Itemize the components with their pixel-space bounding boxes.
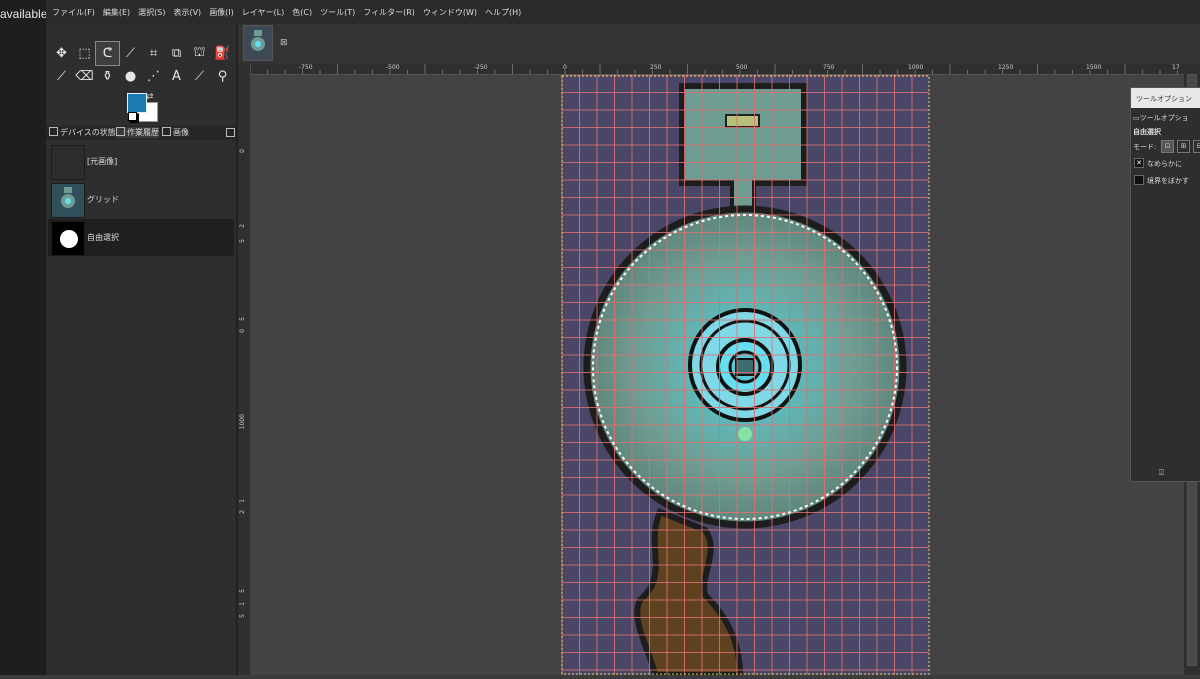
- ruler-corner: [238, 64, 250, 74]
- ruler-label: 1000: [239, 414, 246, 430]
- history-item-original[interactable]: [元画像]: [48, 143, 234, 180]
- restore-icon[interactable]: ⍗: [1159, 468, 1164, 478]
- tool-options-tab-icon: ▭: [1133, 114, 1140, 122]
- free-select-icon[interactable]: ᕦ: [95, 41, 120, 66]
- menu-view[interactable]: 表示(V): [173, 7, 201, 18]
- transform-icon[interactable]: ⧉: [165, 42, 188, 65]
- mode-add-button[interactable]: ⊞: [1177, 140, 1190, 153]
- path-icon[interactable]: ⋰: [142, 65, 165, 88]
- images-icon: [162, 127, 171, 136]
- tool-options-tab-label: ツールオプショ: [1139, 114, 1189, 122]
- tab-device-status[interactable]: デバイスの状態: [49, 127, 116, 138]
- history-item-label: [元画像]: [87, 157, 118, 166]
- menu-help[interactable]: ヘルプ(H): [485, 7, 521, 18]
- warp-icon[interactable]: ⛫: [188, 42, 211, 65]
- ruler-label: 1: [239, 602, 246, 606]
- tool-name: 自由選択: [1133, 128, 1161, 136]
- horizontal-ruler[interactable]: -750 -500 -250 0 250 500 750 1000 1250 1…: [250, 64, 1184, 75]
- tab-images[interactable]: 画像: [162, 127, 189, 138]
- history-thumb: [51, 221, 85, 256]
- top-room: [679, 83, 807, 186]
- horizontal-ruler-ticks: [250, 64, 1178, 74]
- history-thumb: [51, 145, 85, 180]
- tool-options-title: ツールオプション: [1136, 95, 1192, 103]
- undo-history-icon: [116, 127, 125, 136]
- image-tabs-bar: [238, 24, 1200, 64]
- move-tool-icon[interactable]: ✥: [50, 42, 73, 65]
- menu-edit[interactable]: 編集(E): [103, 7, 130, 18]
- smudge-icon[interactable]: ●: [119, 65, 142, 88]
- reset-colors-icon[interactable]: [128, 112, 137, 121]
- ruler-label: 0: [239, 329, 246, 333]
- tab-undo-history[interactable]: 作業履歴: [116, 127, 159, 138]
- clone-icon[interactable]: ⚱: [96, 65, 119, 88]
- mode-replace-button[interactable]: ⊡: [1161, 140, 1174, 153]
- history-thumb-art: [60, 230, 78, 248]
- ruler-label: 5: [239, 239, 246, 243]
- color-picker-icon[interactable]: ⟋: [188, 65, 211, 88]
- dock-menu-icon[interactable]: [226, 128, 235, 137]
- crop-icon[interactable]: ⌗: [142, 42, 165, 65]
- history-item-label: グリッド: [87, 195, 119, 204]
- menu-select[interactable]: 選択(S): [138, 7, 165, 18]
- mode-label: モード:: [1133, 143, 1157, 151]
- menu-layer[interactable]: レイヤー(L): [242, 7, 284, 18]
- ruler-label: 5: [239, 317, 246, 321]
- menu-windows[interactable]: ウィンドウ(W): [423, 7, 477, 18]
- tab-device-status-label: デバイスの状態: [60, 128, 116, 137]
- menu-colors[interactable]: 色(C): [292, 7, 312, 18]
- menu-image[interactable]: 画像(I): [209, 7, 234, 18]
- text-tool-icon[interactable]: A: [165, 65, 188, 88]
- swap-colors-icon[interactable]: ⇄: [146, 92, 154, 102]
- foreground-color-swatch[interactable]: [127, 93, 147, 113]
- image-canvas[interactable]: [250, 74, 1184, 678]
- tool-grid: ✥ ⬚ ᕦ ⟋ ⌗ ⧉ ⛫ ⛽ ⟋ ⌫ ⚱ ● ⋰ A ⟋ ⚲: [50, 41, 234, 88]
- menu-bar: ファイル(F) 編集(E) 選択(S) 表示(V) 画像(I) レイヤー(L) …: [46, 0, 1200, 24]
- paintbrush-icon[interactable]: ⟋: [50, 65, 73, 88]
- fuzzy-select-icon[interactable]: ⟋: [119, 42, 142, 65]
- image-tab-thumb: [251, 30, 265, 51]
- close-image-tab-icon[interactable]: ⊠: [280, 38, 288, 48]
- tab-undo-history-label: 作業履歴: [127, 128, 159, 137]
- eraser-icon[interactable]: ⌫: [73, 65, 96, 88]
- history-item-label: 自由選択: [87, 233, 119, 242]
- ruler-label: 2: [239, 224, 246, 228]
- ruler-label: 5: [239, 614, 246, 618]
- image-tab[interactable]: [243, 25, 273, 61]
- bucket-fill-icon[interactable]: ⛽: [211, 42, 234, 65]
- tool-options-tab[interactable]: ▭ツールオプショ: [1133, 113, 1189, 123]
- history-item-grid[interactable]: グリッド: [48, 181, 234, 218]
- tab-images-label: 画像: [173, 128, 189, 137]
- device-status-icon: [49, 127, 58, 136]
- menu-file[interactable]: ファイル(F): [52, 7, 95, 18]
- mode-subtract-button[interactable]: ⊟: [1193, 140, 1200, 153]
- zoom-icon[interactable]: ⚲: [211, 65, 234, 88]
- menu-filters[interactable]: フィルター(R): [363, 7, 415, 18]
- ruler-label: 0: [239, 149, 246, 153]
- ruler-label: 2: [239, 510, 246, 514]
- tool-options-panel: ツールオプション ▭ツールオプショ 自由選択 モード: ⊡ ⊞ ⊟ ✕ なめらか…: [1130, 87, 1200, 482]
- rect-select-icon[interactable]: ⬚: [73, 42, 96, 65]
- feather-label: 境界をぼかす: [1147, 177, 1189, 185]
- tool-options-title-bar[interactable]: ツールオプション: [1131, 88, 1200, 108]
- feather-checkbox[interactable]: [1134, 175, 1144, 185]
- canvas-area[interactable]: [250, 74, 1184, 678]
- history-thumb: [51, 183, 85, 218]
- menu-tools[interactable]: ツール(T): [320, 7, 355, 18]
- smooth-checkbox[interactable]: ✕: [1134, 158, 1144, 168]
- ruler-label: 1: [239, 499, 246, 503]
- ruler-label: 5: [239, 589, 246, 593]
- history-item-free-select[interactable]: 自由選択: [48, 219, 234, 256]
- left-strip-text: available: [0, 7, 48, 21]
- dock-tabs: デバイスの状態 作業履歴 画像: [46, 126, 236, 140]
- smooth-label: なめらかに: [1147, 160, 1182, 168]
- history-thumb-art: [61, 187, 75, 208]
- left-strip: available: [0, 0, 48, 675]
